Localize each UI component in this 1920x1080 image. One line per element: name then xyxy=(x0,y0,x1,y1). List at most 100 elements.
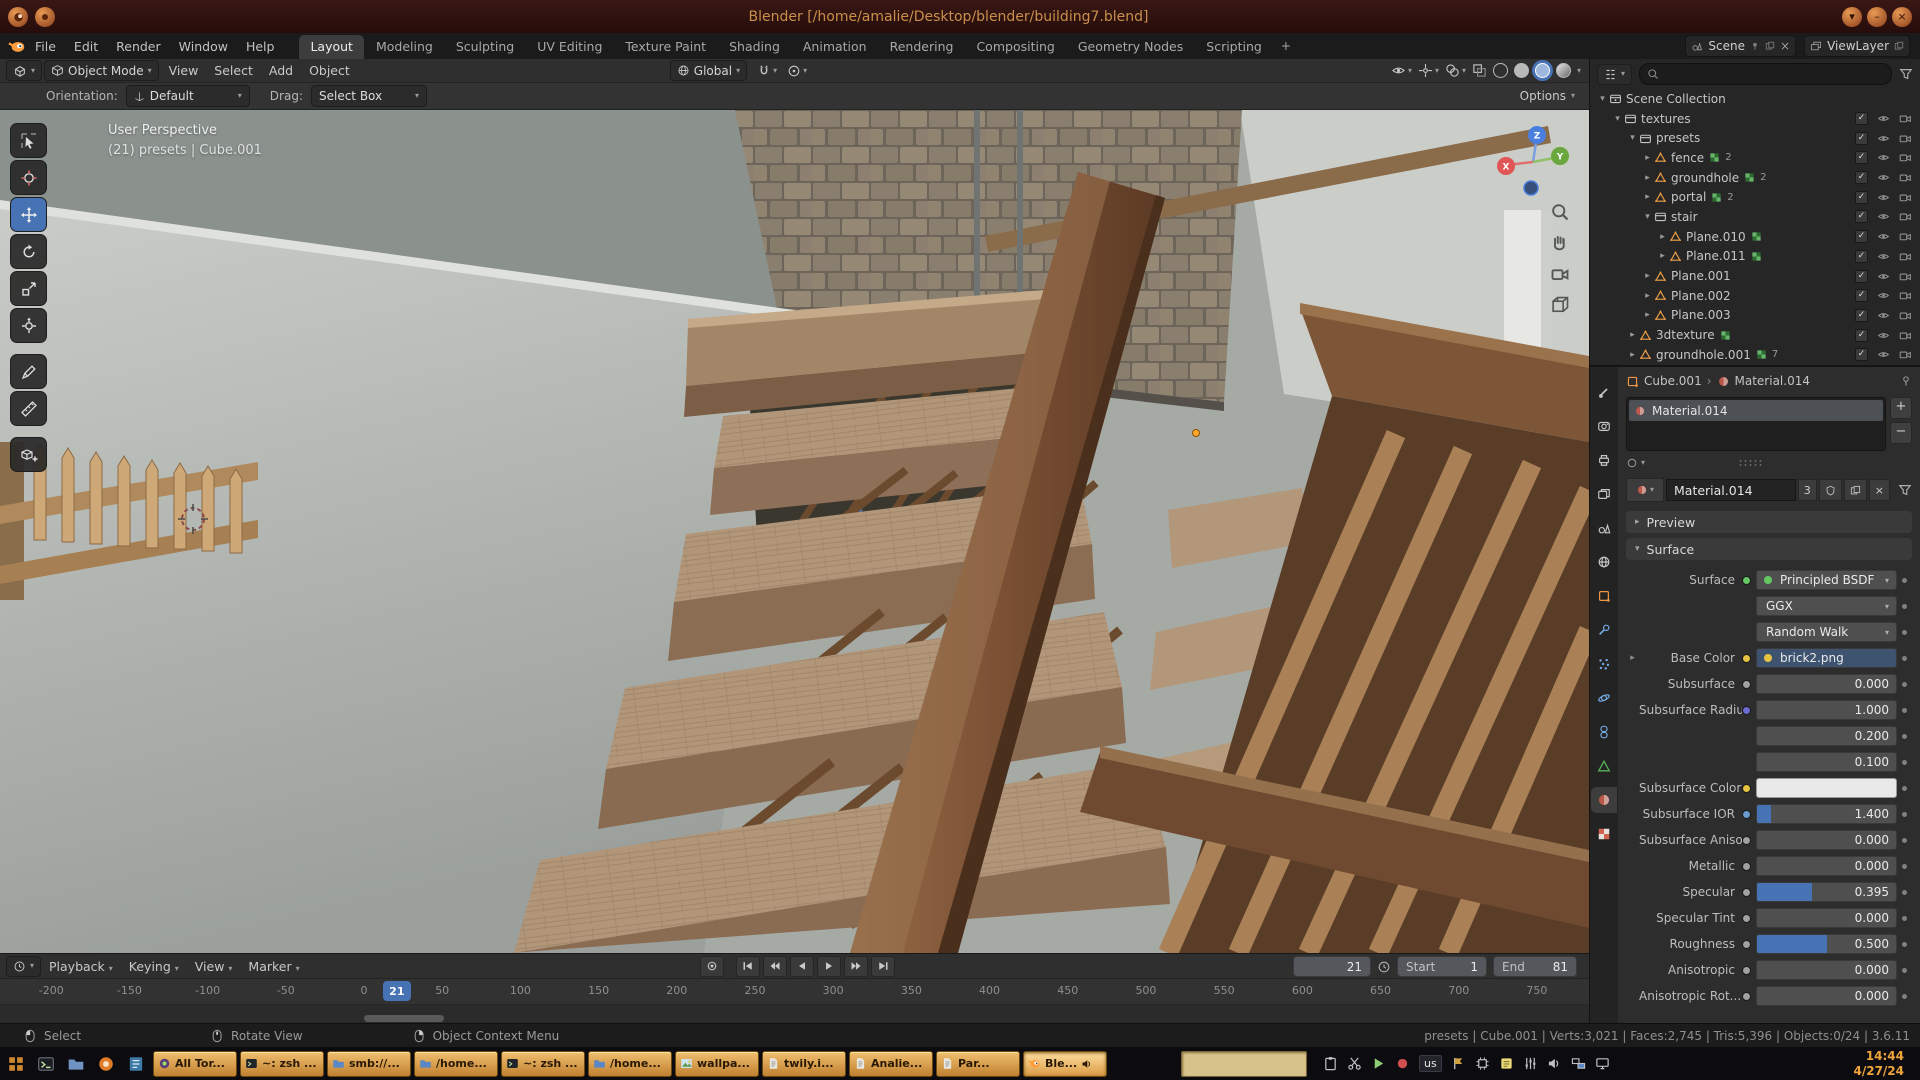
property-field[interactable]: 0.500 xyxy=(1756,934,1897,954)
properties-tab-scene[interactable] xyxy=(1591,515,1617,541)
shading-solid-button[interactable] xyxy=(1514,63,1529,78)
checkbox-icon[interactable]: ✓ xyxy=(1855,348,1868,361)
surface-panel-header[interactable]: ▾Surface xyxy=(1626,538,1912,560)
property-field[interactable]: 0.000 xyxy=(1756,674,1897,694)
zoom-icon[interactable] xyxy=(1550,202,1570,222)
hide-eye-icon[interactable] xyxy=(1877,270,1890,283)
timeline-menu-view[interactable]: View ▾ xyxy=(187,959,241,974)
property-field[interactable]: 0.200 xyxy=(1756,726,1897,746)
preview-panel-header[interactable]: ▸Preview xyxy=(1626,511,1912,533)
tab-animation[interactable]: Animation xyxy=(792,35,878,59)
browser-icon[interactable] xyxy=(91,1050,120,1077)
tool-scale-button[interactable] xyxy=(10,271,47,306)
viewport-3d[interactable]: User Perspective (21) presets | Cube.001… xyxy=(0,110,1589,953)
close-window-button[interactable]: × xyxy=(1892,7,1912,27)
tab-sculpting[interactable]: Sculpting xyxy=(445,35,525,59)
animate-dot[interactable] xyxy=(1897,578,1912,583)
taskbar-button-analie[interactable]: Analie... xyxy=(849,1051,933,1077)
properties-tab-particles[interactable] xyxy=(1591,651,1617,677)
unlink-material-button[interactable]: × xyxy=(1869,479,1890,501)
keyboard-layout-indicator[interactable]: us xyxy=(1419,1055,1442,1072)
disable-render-icon[interactable] xyxy=(1899,112,1912,125)
taskbar-button-alltor[interactable]: All Tor... xyxy=(153,1051,237,1077)
timeline-editor-type-button[interactable]: ▾ xyxy=(6,956,41,977)
properties-tab-modifiers[interactable] xyxy=(1591,617,1617,643)
camera-view-icon[interactable] xyxy=(1550,264,1570,284)
transform-orientation-selector[interactable]: Global ▾ xyxy=(670,60,747,81)
shading-material-button[interactable] xyxy=(1535,63,1550,78)
jump-to-start-button[interactable] xyxy=(736,956,760,977)
viewport-menu-add[interactable]: Add xyxy=(261,63,301,78)
tray-clipboard-icon[interactable] xyxy=(1323,1056,1338,1071)
animate-dot[interactable] xyxy=(1897,734,1912,739)
taskbar-button-smb[interactable]: smb://... xyxy=(327,1051,411,1077)
shading-rendered-button[interactable] xyxy=(1556,63,1571,78)
use-preview-range-icon[interactable] xyxy=(1377,960,1391,974)
hide-eye-icon[interactable] xyxy=(1877,329,1890,342)
tool-transform-button[interactable] xyxy=(10,308,47,343)
viewlayer-selector[interactable]: ViewLayer xyxy=(1804,35,1910,57)
breadcrumb-object[interactable]: Cube.001 xyxy=(1644,374,1702,388)
property-field[interactable]: brick2.png xyxy=(1756,648,1897,668)
shading-dropdown[interactable]: ▾ xyxy=(1577,67,1581,75)
tool-move-button[interactable] xyxy=(10,197,47,232)
orientation-setting-dropdown[interactable]: Default ▾ xyxy=(126,85,250,107)
property-field[interactable]: 0.000 xyxy=(1756,960,1897,980)
expander-icon[interactable]: ▸ xyxy=(1641,192,1654,202)
outliner-row-3dtexture[interactable]: ▸3dtexture✓ xyxy=(1590,325,1920,345)
checkbox-icon[interactable]: ✓ xyxy=(1855,309,1868,322)
disable-render-icon[interactable] xyxy=(1899,230,1912,243)
pan-hand-icon[interactable] xyxy=(1550,233,1570,253)
expander-icon[interactable]: ▾ xyxy=(1641,212,1654,222)
animate-dot[interactable] xyxy=(1897,838,1912,843)
new-material-button[interactable] xyxy=(1844,479,1867,501)
tool-add-cube-button[interactable] xyxy=(10,437,47,472)
hide-eye-icon[interactable] xyxy=(1877,309,1890,322)
expander-icon[interactable]: ▸ xyxy=(1626,330,1639,340)
properties-tab-constraints[interactable] xyxy=(1591,719,1617,745)
tab-geometry-nodes[interactable]: Geometry Nodes xyxy=(1067,35,1194,59)
disable-render-icon[interactable] xyxy=(1899,171,1912,184)
slot-specials-icon[interactable] xyxy=(1626,457,1638,469)
animate-dot[interactable] xyxy=(1897,890,1912,895)
expander-icon[interactable]: ▸ xyxy=(1641,291,1654,301)
unlink-scene-icon[interactable]: × xyxy=(1780,39,1790,53)
filter-icon[interactable] xyxy=(1899,67,1913,81)
animate-dot[interactable] xyxy=(1897,682,1912,687)
tray-notes-icon[interactable] xyxy=(1499,1056,1514,1071)
outliner-editor-type-button[interactable]: ▾ xyxy=(1597,64,1632,85)
3d-scene[interactable] xyxy=(0,110,1589,953)
browse-material-button[interactable]: ▾ xyxy=(1626,478,1664,502)
property-field[interactable]: Principled BSDF▾ xyxy=(1756,570,1897,590)
checkbox-icon[interactable]: ✓ xyxy=(1855,329,1868,342)
checkbox-icon[interactable]: ✓ xyxy=(1855,289,1868,302)
property-field[interactable]: 0.000 xyxy=(1756,830,1897,850)
checkbox-icon[interactable]: ✓ xyxy=(1855,250,1868,263)
hide-eye-icon[interactable] xyxy=(1877,250,1890,263)
menu-render[interactable]: Render xyxy=(107,33,170,59)
properties-tab-view-layer[interactable] xyxy=(1591,481,1617,507)
properties-tab-world[interactable] xyxy=(1591,549,1617,575)
property-field[interactable]: 0.100 xyxy=(1756,752,1897,772)
checkbox-icon[interactable]: ✓ xyxy=(1855,230,1868,243)
checkbox-icon[interactable]: ✓ xyxy=(1855,171,1868,184)
gizmos-dropdown[interactable]: ▾ xyxy=(1418,63,1439,78)
material-slot-row[interactable]: Material.014 xyxy=(1629,400,1883,421)
start-menu-icon[interactable] xyxy=(1,1050,30,1077)
terminal-icon[interactable] xyxy=(31,1050,60,1077)
pin-icon[interactable] xyxy=(1750,41,1760,51)
animate-dot[interactable] xyxy=(1897,812,1912,817)
checkbox-icon[interactable]: ✓ xyxy=(1855,112,1868,125)
minimize-window-button[interactable]: – xyxy=(1867,7,1887,27)
disable-render-icon[interactable] xyxy=(1899,329,1912,342)
tool-cursor-button[interactable] xyxy=(10,160,47,195)
tool-measure-button[interactable] xyxy=(10,391,47,426)
tab-texture-paint[interactable]: Texture Paint xyxy=(614,35,717,59)
disable-render-icon[interactable] xyxy=(1899,210,1912,223)
hide-eye-icon[interactable] xyxy=(1877,151,1890,164)
animate-dot[interactable] xyxy=(1897,656,1912,661)
new-scene-icon[interactable] xyxy=(1765,41,1775,51)
disable-render-icon[interactable] xyxy=(1899,309,1912,322)
tray-flag-icon[interactable] xyxy=(1451,1056,1466,1071)
animate-dot[interactable] xyxy=(1897,864,1912,869)
